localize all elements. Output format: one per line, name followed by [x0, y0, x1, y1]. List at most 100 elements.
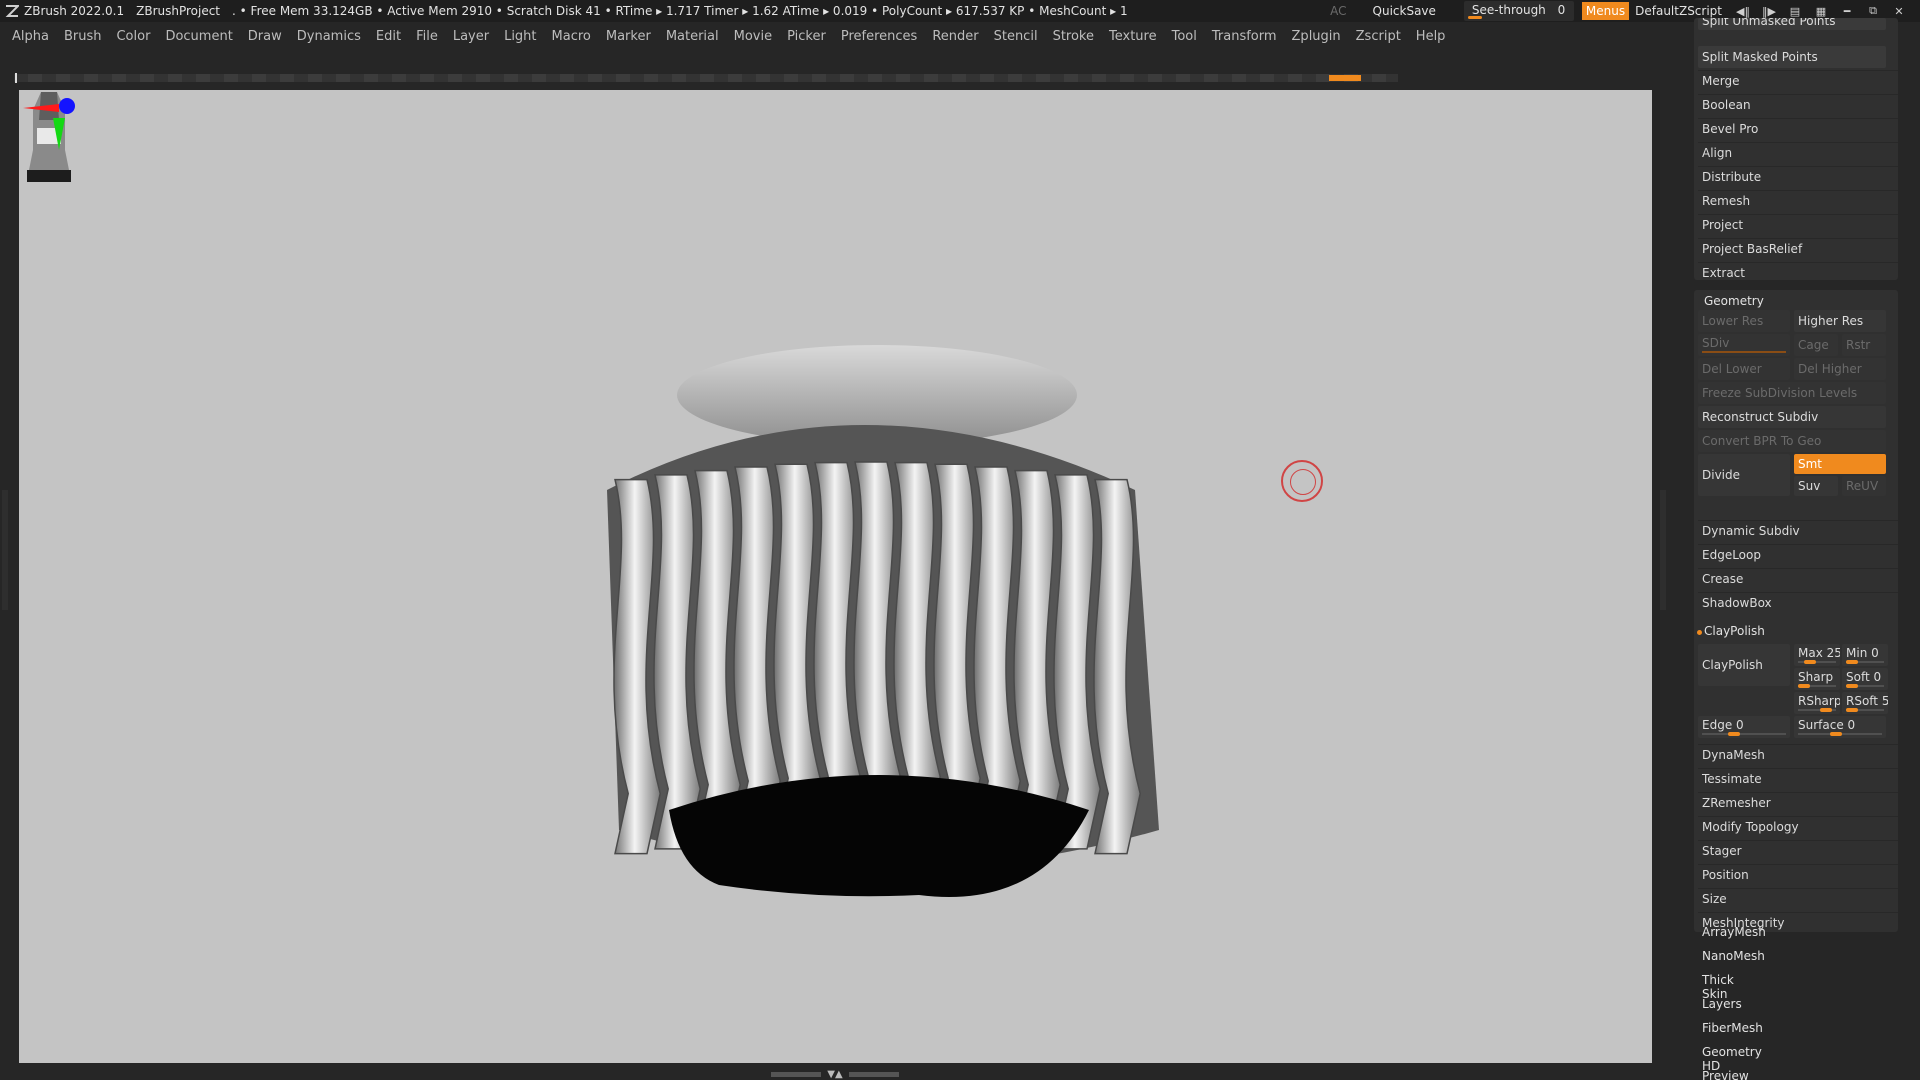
geometry-size-subpalette[interactable]: Size	[1698, 888, 1886, 910]
tool-project-button[interactable]: Project	[1698, 214, 1886, 236]
claypolish-soft-slider[interactable]: Soft 0	[1842, 668, 1888, 690]
menu-layer[interactable]: Layer	[453, 29, 489, 44]
axis-gizmo-icon[interactable]	[19, 90, 99, 160]
menu-document[interactable]: Document	[165, 29, 232, 44]
menu-file[interactable]: File	[416, 29, 438, 44]
geometry-shadowbox-subpalette[interactable]: ShadowBox	[1698, 592, 1886, 614]
tool-split-unmasked-points-button[interactable]: Split Unmasked Points	[1698, 18, 1886, 30]
freeze-subdiv-button[interactable]: Freeze SubDivision Levels	[1698, 382, 1886, 404]
rstr-button[interactable]: Rstr	[1842, 334, 1886, 356]
geometry-dynamic-subdiv-subpalette[interactable]: Dynamic Subdiv	[1698, 520, 1886, 542]
reuv-toggle[interactable]: ReUV	[1842, 476, 1886, 496]
tool-bevel-pro-button[interactable]: Bevel Pro	[1698, 118, 1886, 140]
menu-brush[interactable]: Brush	[64, 29, 102, 44]
higher-res-button[interactable]: Higher Res	[1794, 310, 1886, 332]
claypolish-surface-slider[interactable]: Surface 0	[1794, 716, 1886, 738]
menu-zscript[interactable]: Zscript	[1356, 29, 1401, 44]
claypolish-max-slider[interactable]: Max 25	[1794, 644, 1840, 666]
menu-texture[interactable]: Texture	[1109, 29, 1157, 44]
suv-toggle[interactable]: Suv	[1794, 476, 1838, 496]
tool-boolean-button[interactable]: Boolean	[1698, 94, 1886, 116]
del-higher-button[interactable]: Del Higher	[1794, 358, 1886, 380]
menu-marker[interactable]: Marker	[606, 29, 651, 44]
sdiv-label: SDiv	[1702, 336, 1730, 350]
quicksave-button[interactable]: QuickSave	[1373, 4, 1436, 18]
claypolish-button[interactable]: ClayPolish	[1698, 644, 1790, 686]
separator	[1698, 768, 1898, 769]
smt-toggle[interactable]: Smt	[1794, 454, 1886, 474]
tool-split-masked-points-button[interactable]: Split Masked Points	[1698, 46, 1886, 68]
menu-material[interactable]: Material	[666, 29, 719, 44]
tool-project-basrelief-button[interactable]: Project BasRelief	[1698, 238, 1886, 260]
zbrush-logo-icon[interactable]	[4, 3, 20, 19]
menu-render[interactable]: Render	[932, 29, 978, 44]
menu-dynamics[interactable]: Dynamics	[297, 29, 361, 44]
geometry-stager-subpalette[interactable]: Stager	[1698, 840, 1886, 862]
claypolish-rsoft-slider[interactable]: RSoft 5	[1842, 692, 1888, 714]
right-tray-handle[interactable]	[1660, 490, 1666, 610]
geometry-position-subpalette[interactable]: Position	[1698, 864, 1886, 886]
menu-light[interactable]: Light	[504, 29, 536, 44]
canvas-viewport[interactable]	[19, 90, 1652, 1063]
menu-alpha[interactable]: Alpha	[12, 29, 49, 44]
tool-align-button[interactable]: Align	[1698, 142, 1886, 164]
claypolish-rsharp-slider[interactable]: RSharp	[1794, 692, 1840, 714]
tool-preview-subpalette[interactable]: Preview	[1702, 1069, 1749, 1080]
tool-fibermesh-subpalette[interactable]: FiberMesh	[1702, 1021, 1763, 1035]
convert-bpr-button[interactable]: Convert BPR To Geo	[1698, 430, 1886, 452]
geometry-tessimate-subpalette[interactable]: Tessimate	[1698, 768, 1886, 790]
menus-toggle[interactable]: Menus	[1581, 2, 1630, 20]
ac-button[interactable]: AC	[1330, 4, 1346, 18]
ruler-marker[interactable]	[1329, 75, 1361, 81]
geometry-dynamesh-subpalette[interactable]: DynaMesh	[1698, 744, 1886, 766]
see-through-value: 0	[1557, 3, 1566, 17]
claypolish-sharp-slider[interactable]: Sharp	[1794, 668, 1840, 690]
sdiv-slider[interactable]: SDiv	[1698, 334, 1790, 356]
tool-distribute-button[interactable]: Distribute	[1698, 166, 1886, 188]
claypolish-edge-slider[interactable]: Edge 0	[1698, 716, 1790, 738]
tray-ruler[interactable]	[14, 74, 1398, 82]
geometry-zremesher-subpalette[interactable]: ZRemesher	[1698, 792, 1886, 814]
tool-layers-subpalette[interactable]: Layers	[1702, 997, 1742, 1011]
geometry-title[interactable]: Geometry	[1704, 294, 1764, 308]
lower-res-button[interactable]: Lower Res	[1698, 310, 1790, 332]
tool-arraymesh-subpalette[interactable]: ArrayMesh	[1702, 925, 1766, 939]
separator	[1698, 262, 1898, 263]
menu-bar: Alpha Brush Color Document Draw Dynamics Edit F…	[0, 22, 1690, 50]
bottom-tray-handle[interactable]: ▼▲	[770, 1069, 900, 1080]
menu-stencil[interactable]: Stencil	[994, 29, 1038, 44]
menu-movie[interactable]: Movie	[734, 29, 772, 44]
menu-help[interactable]: Help	[1416, 29, 1446, 44]
tool-remesh-button[interactable]: Remesh	[1698, 190, 1886, 212]
menu-color[interactable]: Color	[116, 29, 150, 44]
separator	[1698, 840, 1898, 841]
menu-stroke[interactable]: Stroke	[1053, 29, 1094, 44]
tool-extract-button[interactable]: Extract	[1698, 262, 1886, 284]
menu-transform[interactable]: Transform	[1212, 29, 1277, 44]
edge-label: Edge 0	[1702, 718, 1744, 732]
menu-draw[interactable]: Draw	[248, 29, 282, 44]
cage-button[interactable]: Cage	[1794, 334, 1838, 356]
geometry-edgeloop-subpalette[interactable]: EdgeLoop	[1698, 544, 1886, 566]
divide-button[interactable]: Divide	[1698, 454, 1790, 496]
menu-tool[interactable]: Tool	[1172, 29, 1197, 44]
menu-macro[interactable]: Macro	[552, 29, 591, 44]
claypolish-min-slider[interactable]: Min 0	[1842, 644, 1888, 666]
reconstruct-subdiv-button[interactable]: Reconstruct Subdiv	[1698, 406, 1886, 428]
tool-merge-button[interactable]: Merge	[1698, 70, 1886, 92]
collapse-arrows-icon[interactable]: ▼▲	[827, 1069, 842, 1080]
geometry-crease-subpalette[interactable]: Crease	[1698, 568, 1886, 590]
see-through-slider[interactable]: See-through 0	[1463, 1, 1574, 21]
menu-preferences[interactable]: Preferences	[841, 29, 917, 44]
menu-zplugin[interactable]: Zplugin	[1292, 29, 1341, 44]
project-name[interactable]: ZBrushProject	[136, 4, 220, 18]
del-lower-button[interactable]: Del Lower	[1698, 358, 1790, 380]
default-zscript-button[interactable]: DefaultZScript	[1635, 4, 1722, 18]
left-tray-handle[interactable]	[2, 490, 8, 610]
menu-edit[interactable]: Edit	[376, 29, 401, 44]
tool-nanomesh-subpalette[interactable]: NanoMesh	[1702, 949, 1765, 963]
separator	[1698, 912, 1898, 913]
menu-picker[interactable]: Picker	[787, 29, 826, 44]
geometry-modify-topology-subpalette[interactable]: Modify Topology	[1698, 816, 1886, 838]
claypolish-subpalette-title[interactable]: ClayPolish	[1704, 624, 1765, 638]
